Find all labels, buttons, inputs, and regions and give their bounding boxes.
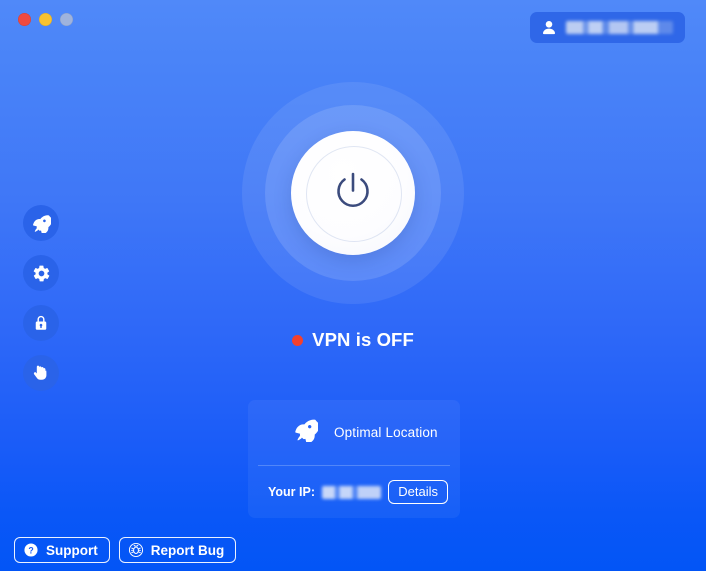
vpn-status: VPN is OFF: [292, 329, 414, 351]
details-button[interactable]: Details: [388, 480, 448, 504]
power-toggle-button[interactable]: [291, 131, 415, 255]
titlebar: [0, 0, 706, 56]
power-rings: [242, 82, 464, 304]
optimal-location-label: Optimal Location: [334, 425, 438, 440]
ip-label: Your IP:: [268, 485, 315, 499]
traffic-light-buttons: [18, 13, 73, 26]
svg-text:?: ?: [28, 545, 33, 555]
account-username: [566, 21, 673, 34]
person-icon: [542, 20, 556, 35]
bug-icon: [128, 542, 144, 558]
footer-bar: ? Support Report Bug: [14, 537, 237, 563]
support-button-label: Support: [46, 542, 98, 558]
hand-icon: [32, 364, 50, 382]
optimal-location-button[interactable]: Optimal Location: [248, 400, 460, 465]
support-button[interactable]: ? Support: [14, 537, 110, 563]
ip-row: Your IP: Details: [248, 466, 460, 518]
report-bug-button[interactable]: Report Bug: [118, 537, 237, 563]
minimize-button[interactable]: [39, 13, 52, 26]
rocket-icon: [294, 418, 320, 447]
zoom-button[interactable]: [60, 13, 73, 26]
report-bug-button-label: Report Bug: [150, 542, 225, 558]
ip-value: [322, 485, 382, 499]
question-circle-icon: ?: [23, 542, 39, 558]
close-button[interactable]: [18, 13, 31, 26]
status-badge: VPN is OFF: [312, 329, 414, 350]
power-area: VPN is OFF: [0, 82, 706, 351]
power-icon: [328, 166, 378, 221]
account-button[interactable]: [530, 12, 685, 43]
sidebar-item-block[interactable]: [23, 355, 59, 391]
status-indicator-dot: [292, 334, 304, 346]
location-card: Optimal Location Your IP: Details: [248, 400, 460, 518]
vpn-app-window: VPN is OFF Optimal Location Your IP: Det…: [0, 0, 706, 571]
